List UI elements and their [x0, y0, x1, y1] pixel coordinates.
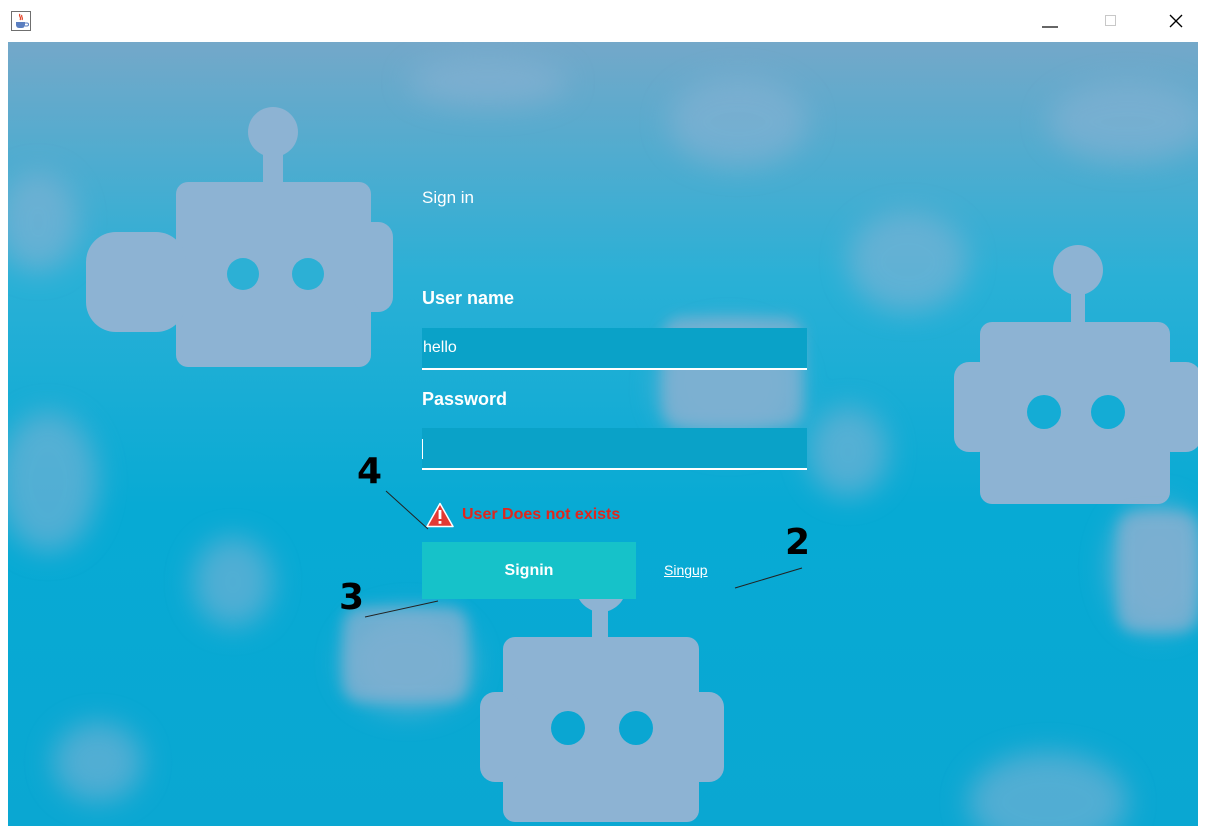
- maximize-button[interactable]: [1087, 0, 1133, 42]
- robot-shape-left: [86, 107, 393, 367]
- signin-button[interactable]: Signin: [422, 542, 636, 599]
- text-caret: [422, 439, 423, 459]
- annotation-marker-4: 4: [357, 451, 383, 492]
- robot-shape-bottom: [480, 562, 724, 822]
- minimize-icon: [1042, 26, 1058, 28]
- username-input[interactable]: [422, 328, 807, 370]
- password-label: Password: [422, 389, 508, 409]
- error-text: User Does not exists: [462, 506, 621, 523]
- java-cup-icon[interactable]: [11, 11, 31, 31]
- form-title: Sign in: [422, 188, 474, 207]
- window-titlebar: [0, 0, 1205, 42]
- minimize-button[interactable]: [1024, 0, 1070, 42]
- signup-link[interactable]: Singup: [664, 562, 708, 578]
- annotation-marker-2: 2: [785, 522, 811, 563]
- password-input[interactable]: [422, 428, 807, 470]
- annotation-marker-3: 3: [339, 577, 365, 618]
- robot-shape-right: [954, 245, 1198, 504]
- username-label: User name: [422, 288, 515, 308]
- warning-triangle-icon: [426, 502, 454, 528]
- close-button[interactable]: [1154, 0, 1200, 42]
- login-panel: Sign in User name Password User Does not…: [8, 42, 1198, 826]
- close-icon: [1169, 14, 1183, 28]
- maximize-icon: [1105, 15, 1116, 26]
